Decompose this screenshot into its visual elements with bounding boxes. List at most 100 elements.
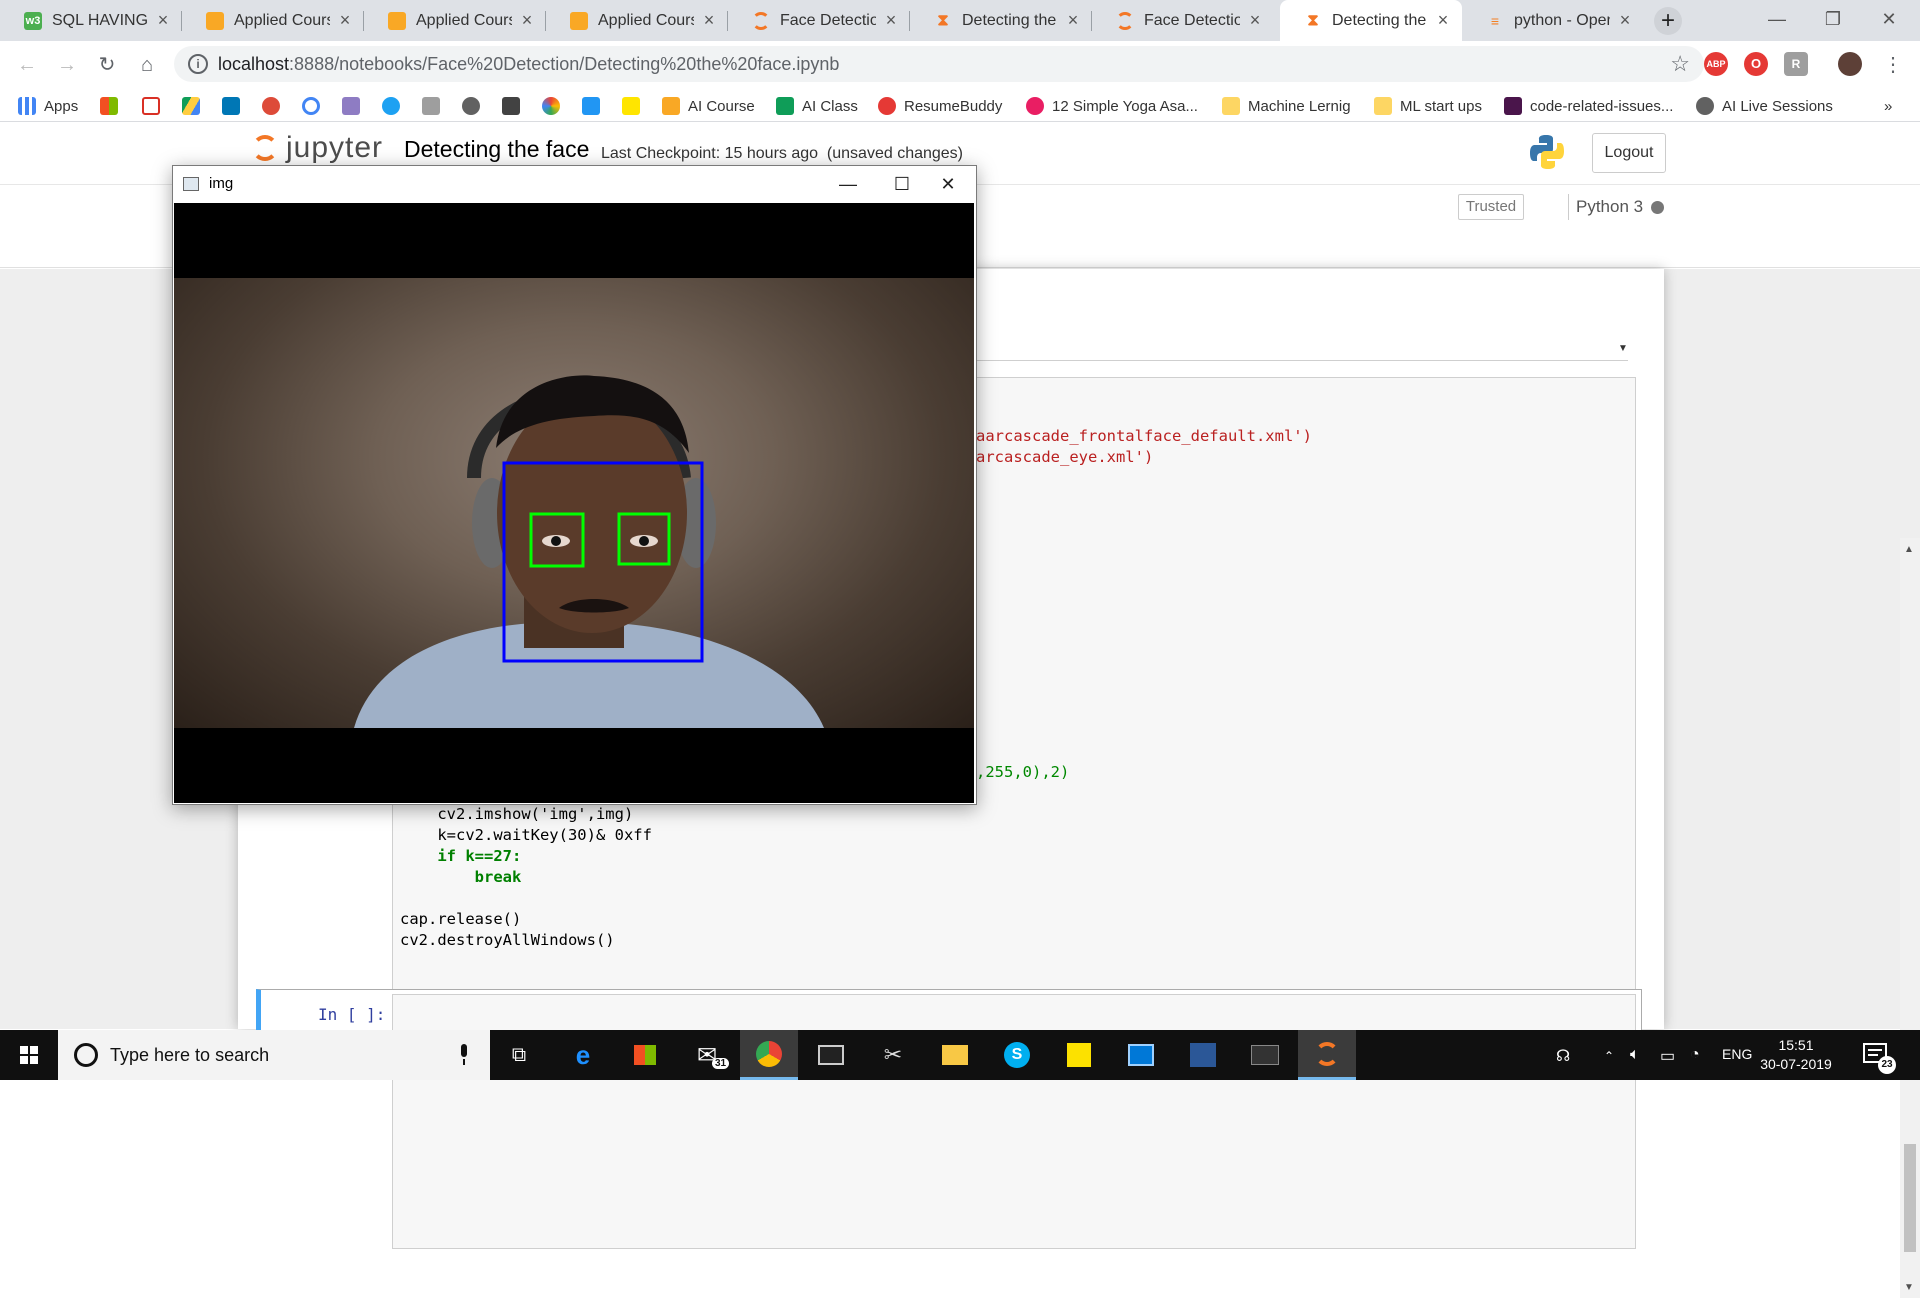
home-icon[interactable]: ⌂ [132, 50, 162, 80]
taskbar-search-box[interactable]: Type here to search [58, 1030, 490, 1080]
bookmark-twitter[interactable] [382, 95, 400, 117]
bookmark-ai-class[interactable]: AI Class [776, 95, 858, 117]
bookmark-folder-ml-startups[interactable]: ML start ups [1374, 95, 1482, 117]
minimize-button[interactable]: — [825, 169, 871, 199]
bookmark-drive[interactable] [182, 95, 200, 117]
volume-icon[interactable]: 🔈︎ [1630, 1046, 1640, 1064]
file-explorer-icon[interactable] [926, 1030, 984, 1080]
bookmark-google[interactable] [302, 95, 320, 117]
tab-detecting-face-active[interactable]: ⧗ Detecting the f × [1280, 0, 1462, 41]
tab-applied-course-1[interactable]: Applied Course × [182, 0, 364, 41]
scrollbar-thumb[interactable] [1904, 1144, 1916, 1252]
opera-extension-icon[interactable]: O [1744, 52, 1768, 76]
tab-applied-course-2[interactable]: Applied Course × [364, 0, 546, 41]
bookmark-ai-live-sessions[interactable]: AI Live Sessions [1696, 95, 1833, 117]
close-icon[interactable]: × [1246, 10, 1264, 31]
language-indicator[interactable]: ENG [1722, 1046, 1752, 1062]
bookmark-microsoft[interactable] [100, 95, 118, 117]
bookmark-page[interactable] [422, 95, 440, 117]
restore-button[interactable]: ❐ [1810, 4, 1856, 34]
clock[interactable]: 15:51 30-07-2019 [1756, 1036, 1836, 1074]
bookmark-resumebuddy[interactable]: ResumeBuddy [878, 95, 1002, 117]
mail-app-icon[interactable]: ✉ 31 [678, 1030, 736, 1080]
opencv-window-titlebar[interactable]: img — ☐ ✕ [173, 166, 976, 202]
menu-dots-icon[interactable]: ⋮ [1878, 50, 1908, 80]
bookmark-gmail[interactable] [142, 95, 160, 117]
new-tab-button[interactable]: + [1654, 7, 1682, 35]
windows-start-button[interactable] [0, 1030, 58, 1080]
back-arrow-icon[interactable]: ← [12, 50, 42, 80]
close-icon[interactable]: × [700, 10, 718, 31]
jupyter-logo-icon[interactable] [252, 135, 278, 161]
bookmark-mail[interactable] [342, 95, 360, 117]
bookmark-folder-machine-lernig[interactable]: Machine Lernig [1222, 95, 1351, 117]
battery-icon[interactable]: ▭ [1660, 1046, 1675, 1066]
microphone-icon[interactable] [458, 1044, 470, 1066]
remote-desktop-icon[interactable] [1112, 1030, 1170, 1080]
bookmark-filter[interactable] [582, 95, 600, 117]
close-icon[interactable]: × [336, 10, 354, 31]
info-icon[interactable]: i [188, 54, 208, 74]
wifi-icon[interactable]: ◔ [1690, 1046, 1700, 1064]
skype-icon[interactable]: S [988, 1030, 1046, 1080]
bookmark-pinwheel[interactable] [542, 95, 560, 117]
snipping-tool-icon[interactable]: ✂ [864, 1030, 922, 1080]
close-window-button[interactable]: ✕ [1866, 4, 1912, 34]
opencv-image-window[interactable]: img — ☐ ✕ [172, 165, 977, 805]
jupyter-logo-text[interactable]: jupyter [286, 131, 383, 165]
tab-face-detection-2[interactable]: Face Detection × [1092, 0, 1274, 41]
bookmark-globe[interactable] [462, 95, 480, 117]
minimize-button[interactable]: — [1754, 4, 1800, 34]
tab-face-detection-1[interactable]: Face Detection × [728, 0, 910, 41]
address-bar[interactable]: i localhost:8888/notebooks/Face%20Detect… [174, 46, 1704, 82]
maximize-button[interactable]: ☐ [879, 169, 925, 199]
close-icon[interactable]: × [1434, 10, 1452, 31]
scroll-down-arrow-icon[interactable]: ▼ [1904, 1282, 1914, 1293]
people-icon[interactable]: ☊ [1556, 1046, 1570, 1066]
close-icon[interactable]: × [882, 10, 900, 31]
bookmark-star-icon[interactable]: ☆ [1670, 51, 1690, 77]
close-icon[interactable]: × [518, 10, 536, 31]
tab-python-stackoverflow[interactable]: ≡ python - Open × [1462, 0, 1644, 41]
task-view-icon[interactable]: ⧉ [490, 1030, 548, 1080]
adblock-extension-icon[interactable]: ABP [1704, 52, 1728, 76]
url-text[interactable]: localhost:8888/notebooks/Face%20Detectio… [218, 54, 839, 75]
chrome-taskbar-icon[interactable] [740, 1030, 798, 1080]
edge-browser-icon[interactable]: e [554, 1030, 612, 1080]
kernel-name[interactable]: Python 3 [1576, 194, 1643, 220]
tab-applied-course-3[interactable]: Applied Course × [546, 0, 728, 41]
reload-icon[interactable]: ↻ [92, 50, 122, 80]
profile-avatar[interactable] [1838, 52, 1862, 76]
close-icon[interactable]: × [1064, 10, 1082, 31]
extension-icon[interactable]: R [1784, 52, 1808, 76]
classroom-icon [776, 97, 794, 115]
tab-detecting-face-1[interactable]: ⧗ Detecting the f × [910, 0, 1092, 41]
store-icon[interactable] [616, 1030, 674, 1080]
trusted-indicator[interactable]: Trusted [1458, 194, 1524, 220]
output-scroll-down-arrow-icon[interactable]: ▼ [1618, 343, 1628, 354]
bookmark-ai-course[interactable]: AI Course [662, 95, 755, 117]
logout-button[interactable]: Logout [1592, 133, 1666, 173]
bookmark-google-plus[interactable] [262, 95, 280, 117]
bookmark-yoga[interactable]: 12 Simple Yoga Asa... [1026, 95, 1198, 117]
close-button[interactable]: ✕ [925, 169, 971, 199]
jupyter-taskbar-icon[interactable] [1298, 1030, 1356, 1080]
bookmark-flipkart[interactable] [622, 95, 640, 117]
bookmark-linkedin[interactable] [222, 95, 240, 117]
forward-arrow-icon[interactable]: → [52, 50, 82, 80]
mysql-icon[interactable] [1236, 1030, 1294, 1080]
bookmark-misc[interactable] [502, 95, 520, 117]
show-hidden-icons-icon[interactable]: ⌃ [1604, 1049, 1614, 1063]
sticky-notes-icon[interactable] [1050, 1030, 1108, 1080]
close-icon[interactable]: × [154, 10, 172, 31]
sql-tool-icon[interactable] [1174, 1030, 1232, 1080]
terminal-icon[interactable] [802, 1030, 860, 1080]
page-scrollbar[interactable]: ▲ ▼ [1900, 538, 1920, 1298]
bookmark-code-related-issues[interactable]: code-related-issues... [1504, 95, 1673, 117]
scroll-up-arrow-icon[interactable]: ▲ [1904, 544, 1914, 555]
close-icon[interactable]: × [1616, 10, 1634, 31]
tab-sql-having[interactable]: w3 SQL HAVING Cl × [0, 0, 182, 41]
bookmark-apps[interactable]: Apps [18, 95, 78, 117]
notebook-title[interactable]: Detecting the face [404, 136, 589, 163]
more-bookmarks-button[interactable]: » [1884, 95, 1892, 117]
